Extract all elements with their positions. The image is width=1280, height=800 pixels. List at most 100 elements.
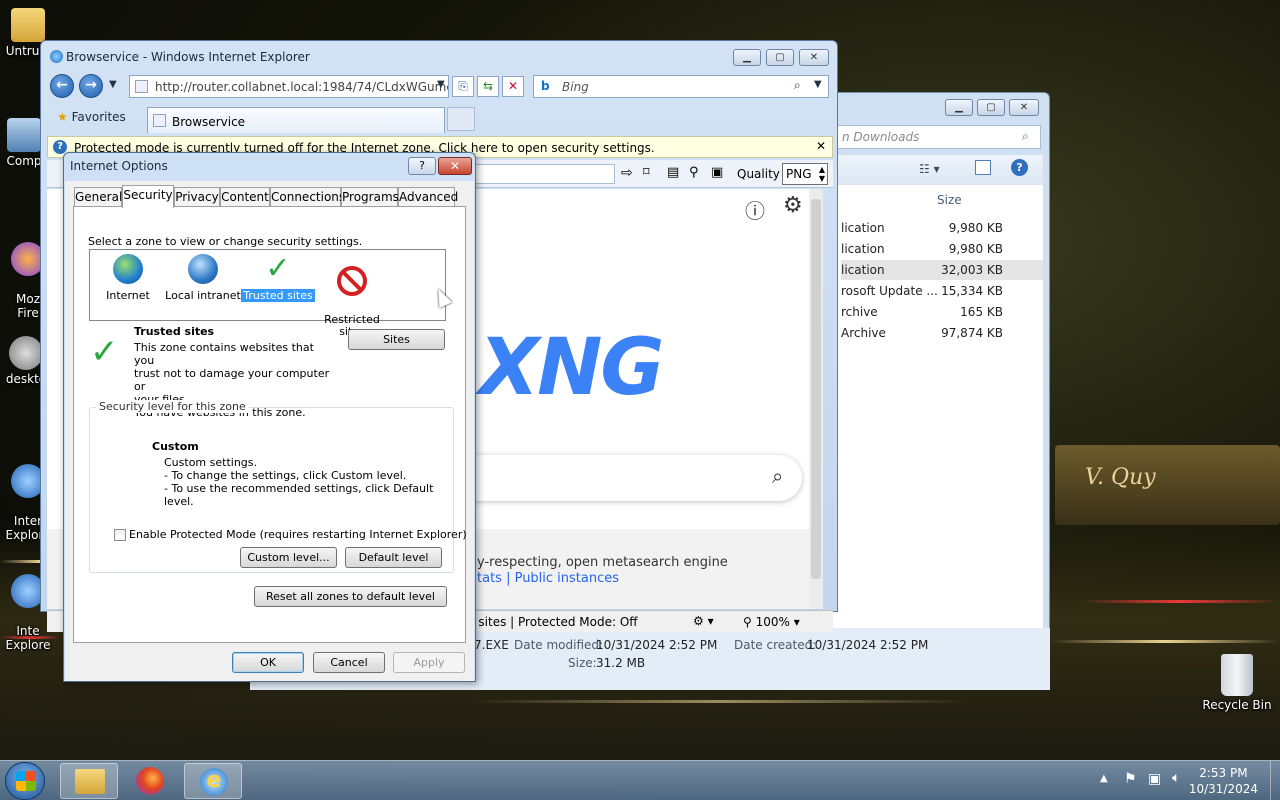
search-icon[interactable]: ⌕ — [794, 78, 801, 93]
file-row[interactable]: lication 9,980 KB — [841, 239, 1043, 259]
help-icon[interactable]: ? — [1011, 159, 1028, 176]
file-row[interactable]: Archive 97,874 KB — [841, 323, 1043, 343]
search-icon[interactable]: ⌕ — [772, 464, 783, 488]
close-button[interactable]: ✕ — [799, 49, 829, 66]
desktop-icon-recycle-bin[interactable]: Recycle Bin — [1200, 654, 1274, 712]
file-row[interactable]: rosoft Update ... 15,334 KB — [841, 281, 1043, 301]
search-icon: ⌕ — [1022, 129, 1029, 143]
start-button[interactable] — [5, 762, 45, 800]
zoom-icon: ⚲ — [743, 615, 752, 629]
go-arrow-icon[interactable]: ⇨ — [621, 165, 633, 181]
sites-button[interactable]: Sites — [348, 329, 445, 350]
custom-level-button[interactable]: Custom level... — [240, 547, 337, 568]
tab-content[interactable]: Content — [220, 187, 270, 207]
tab-browservice[interactable]: Browservice — [147, 107, 445, 133]
forward-button[interactable]: → — [79, 74, 103, 98]
scrollbar[interactable] — [809, 189, 823, 609]
preview-pane-icon[interactable] — [975, 160, 991, 175]
gear-icon[interactable]: ⚙ — [783, 193, 803, 218]
toolbar-input[interactable] — [467, 164, 615, 184]
action-center-flag-icon[interactable]: ⚑ — [1124, 771, 1137, 787]
address-dropdown-icon[interactable]: ▼ — [437, 79, 445, 90]
checkmark-icon: ✓ — [90, 332, 119, 372]
file-row[interactable]: lication 32,003 KB — [841, 260, 1043, 280]
close-icon[interactable]: ✕ — [816, 139, 826, 153]
spinner-icon: ▲ ▼ — [818, 165, 825, 183]
file-row[interactable]: lication 9,980 KB — [841, 218, 1043, 238]
minimize-button[interactable]: ▁ — [945, 99, 973, 116]
minimize-button[interactable]: ▁ — [733, 49, 761, 66]
close-button[interactable]: ✕ — [1009, 99, 1039, 116]
tab-advanced[interactable]: Advanced — [398, 187, 458, 207]
reset-all-zones-button[interactable]: Reset all zones to default level — [254, 586, 447, 607]
level-title: Custom — [152, 440, 199, 453]
tab-privacy[interactable]: Privacy — [174, 187, 220, 207]
info-icon[interactable]: ⓘ — [745, 195, 765, 224]
intranet-icon — [188, 254, 218, 284]
history-dropdown-icon[interactable]: ▼ — [109, 79, 117, 90]
maximize-button[interactable]: ▢ — [766, 49, 794, 66]
details-size: 31.2 MB — [596, 656, 646, 670]
tab-general[interactable]: General — [74, 187, 122, 207]
checkmark-icon: ✓ — [265, 251, 291, 286]
scrollbar-thumb[interactable] — [811, 199, 821, 579]
protected-mode-label: Enable Protected Mode (requires restarti… — [129, 528, 467, 541]
clock[interactable]: 2:53 PM 10/31/2024 — [1189, 765, 1258, 797]
bookmarks-list-icon[interactable]: ▤ — [667, 165, 679, 180]
tab-programs[interactable]: Programs — [341, 187, 399, 207]
quality-select[interactable]: PNG ▲ ▼ — [782, 163, 828, 185]
ok-button[interactable]: OK — [232, 652, 304, 673]
address-bar[interactable]: http://router.collabnet.local:1984/74/CL… — [129, 75, 449, 98]
refresh-icon[interactable]: ⇆ — [477, 76, 499, 97]
file-row[interactable]: rchive 165 KB — [841, 302, 1043, 322]
help-button[interactable]: ? — [408, 157, 436, 175]
search-input[interactable]: b Bing ⌕ ▼ — [533, 75, 829, 98]
footer-links[interactable]: tats | Public instances — [477, 571, 619, 586]
protected-mode-checkbox[interactable] — [114, 529, 126, 541]
new-tab-button[interactable] — [447, 107, 475, 131]
zone-local-intranet[interactable]: Local intranet — [164, 254, 242, 302]
show-desktop-button[interactable] — [1270, 761, 1280, 800]
wallpaper-red-streak — [1080, 600, 1280, 603]
recycle-bin-icon — [1221, 654, 1253, 696]
zone-internet[interactable]: Internet — [90, 254, 166, 302]
details-file-name: 7.EXE — [474, 638, 509, 652]
column-header-size[interactable]: Size — [937, 193, 962, 207]
page-status-icon[interactable]: ⚙ ▾ — [693, 614, 714, 628]
view-options-icon[interactable]: ☷ ▾ — [919, 162, 940, 176]
internet-options-dialog[interactable]: Internet Options ? ✕ General Security Pr… — [63, 152, 476, 682]
clipboard-icon[interactable]: ▣ — [711, 165, 723, 180]
computer-icon — [7, 118, 41, 152]
star-icon: ★ — [57, 110, 68, 124]
maximize-button[interactable]: ▢ — [977, 99, 1005, 116]
apply-button[interactable]: Apply — [393, 652, 465, 673]
close-button[interactable]: ✕ — [438, 157, 472, 175]
zoom-control[interactable]: ⚲ 100% ▾ — [743, 615, 800, 629]
favorites-button[interactable]: ★ Favorites — [57, 110, 126, 124]
cancel-button[interactable]: Cancel — [313, 652, 385, 673]
quality-label: Quality — [737, 167, 780, 181]
security-level-label: Security level for this zone — [96, 400, 249, 413]
stop-icon[interactable]: ✕ — [502, 76, 524, 97]
find-icon[interactable]: ⚲ — [689, 165, 699, 180]
searxng-logo: XNG — [479, 323, 664, 413]
volume-icon[interactable]: 🔈︎ — [1172, 770, 1180, 786]
explorer-window[interactable]: ▁ ▢ ✕ n Downloads ⌕ ☷ ▾ ? Size lication 9… — [830, 92, 1050, 690]
zone-trusted-sites[interactable]: ✓ Trusted sites — [240, 254, 316, 302]
bookmark-icon[interactable]: ⌑ — [643, 165, 650, 180]
explorer-search-input[interactable]: n Downloads ⌕ — [831, 125, 1041, 149]
compatibility-view-icon[interactable]: ⎘ — [452, 76, 474, 97]
tab-security[interactable]: Security — [122, 185, 174, 208]
details-date-created: 10/31/2024 2:52 PM — [807, 638, 929, 652]
network-icon[interactable]: ▣ — [1148, 771, 1161, 787]
default-level-button[interactable]: Default level — [345, 547, 442, 568]
taskbar-ie[interactable]: e — [184, 763, 242, 799]
taskbar-explorer[interactable] — [60, 763, 118, 799]
taskbar-firefox[interactable] — [122, 763, 180, 799]
tab-connections[interactable]: Connections — [270, 187, 345, 207]
back-button[interactable]: ← — [50, 74, 74, 98]
search-dropdown-icon[interactable]: ▼ — [814, 79, 822, 90]
show-hidden-icons-icon[interactable]: ▲ — [1100, 773, 1108, 784]
zone-restricted-sites[interactable]: Restricted sites — [314, 254, 390, 338]
file-list: Size lication 9,980 KB lication 9,980 KB l… — [831, 185, 1043, 681]
